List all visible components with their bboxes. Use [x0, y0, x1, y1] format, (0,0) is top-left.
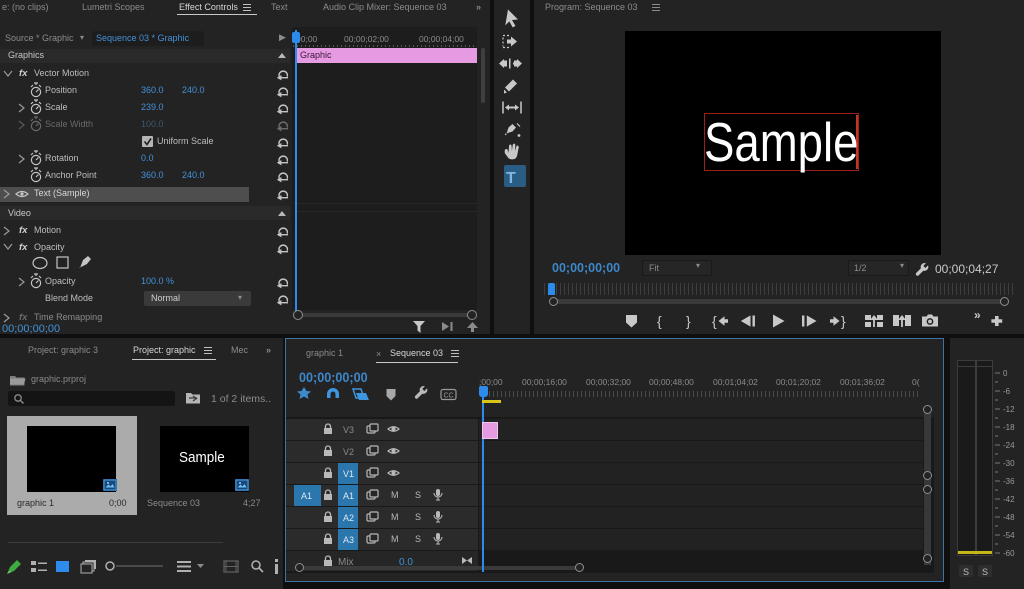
svg-text:-6: -6: [1003, 387, 1011, 396]
svg-text:-18: -18: [1003, 423, 1015, 432]
svg-text:-30: -30: [1003, 459, 1015, 468]
svg-text:»: »: [974, 308, 981, 322]
svg-text:S: S: [415, 512, 421, 522]
svg-text:-54: -54: [1003, 531, 1015, 540]
svg-text:-42: -42: [1003, 495, 1015, 504]
svg-text:T: T: [506, 170, 516, 187]
svg-text:-60: -60: [1003, 549, 1015, 558]
svg-text:{: {: [712, 313, 717, 329]
svg-text:M: M: [391, 534, 399, 544]
svg-text:M: M: [391, 512, 399, 522]
svg-text:-12: -12: [1003, 405, 1015, 414]
svg-text:M: M: [391, 490, 399, 500]
svg-text:-24: -24: [1003, 441, 1015, 450]
svg-text:-36: -36: [1003, 477, 1015, 486]
svg-text:}: }: [841, 313, 846, 329]
svg-text:0: 0: [1003, 369, 1008, 378]
svg-text:{: {: [657, 313, 662, 329]
svg-text:S: S: [415, 534, 421, 544]
svg-text:CC: CC: [444, 393, 454, 400]
svg-text:-48: -48: [1003, 513, 1015, 522]
svg-text:}: }: [686, 313, 691, 329]
svg-text:S: S: [415, 490, 421, 500]
